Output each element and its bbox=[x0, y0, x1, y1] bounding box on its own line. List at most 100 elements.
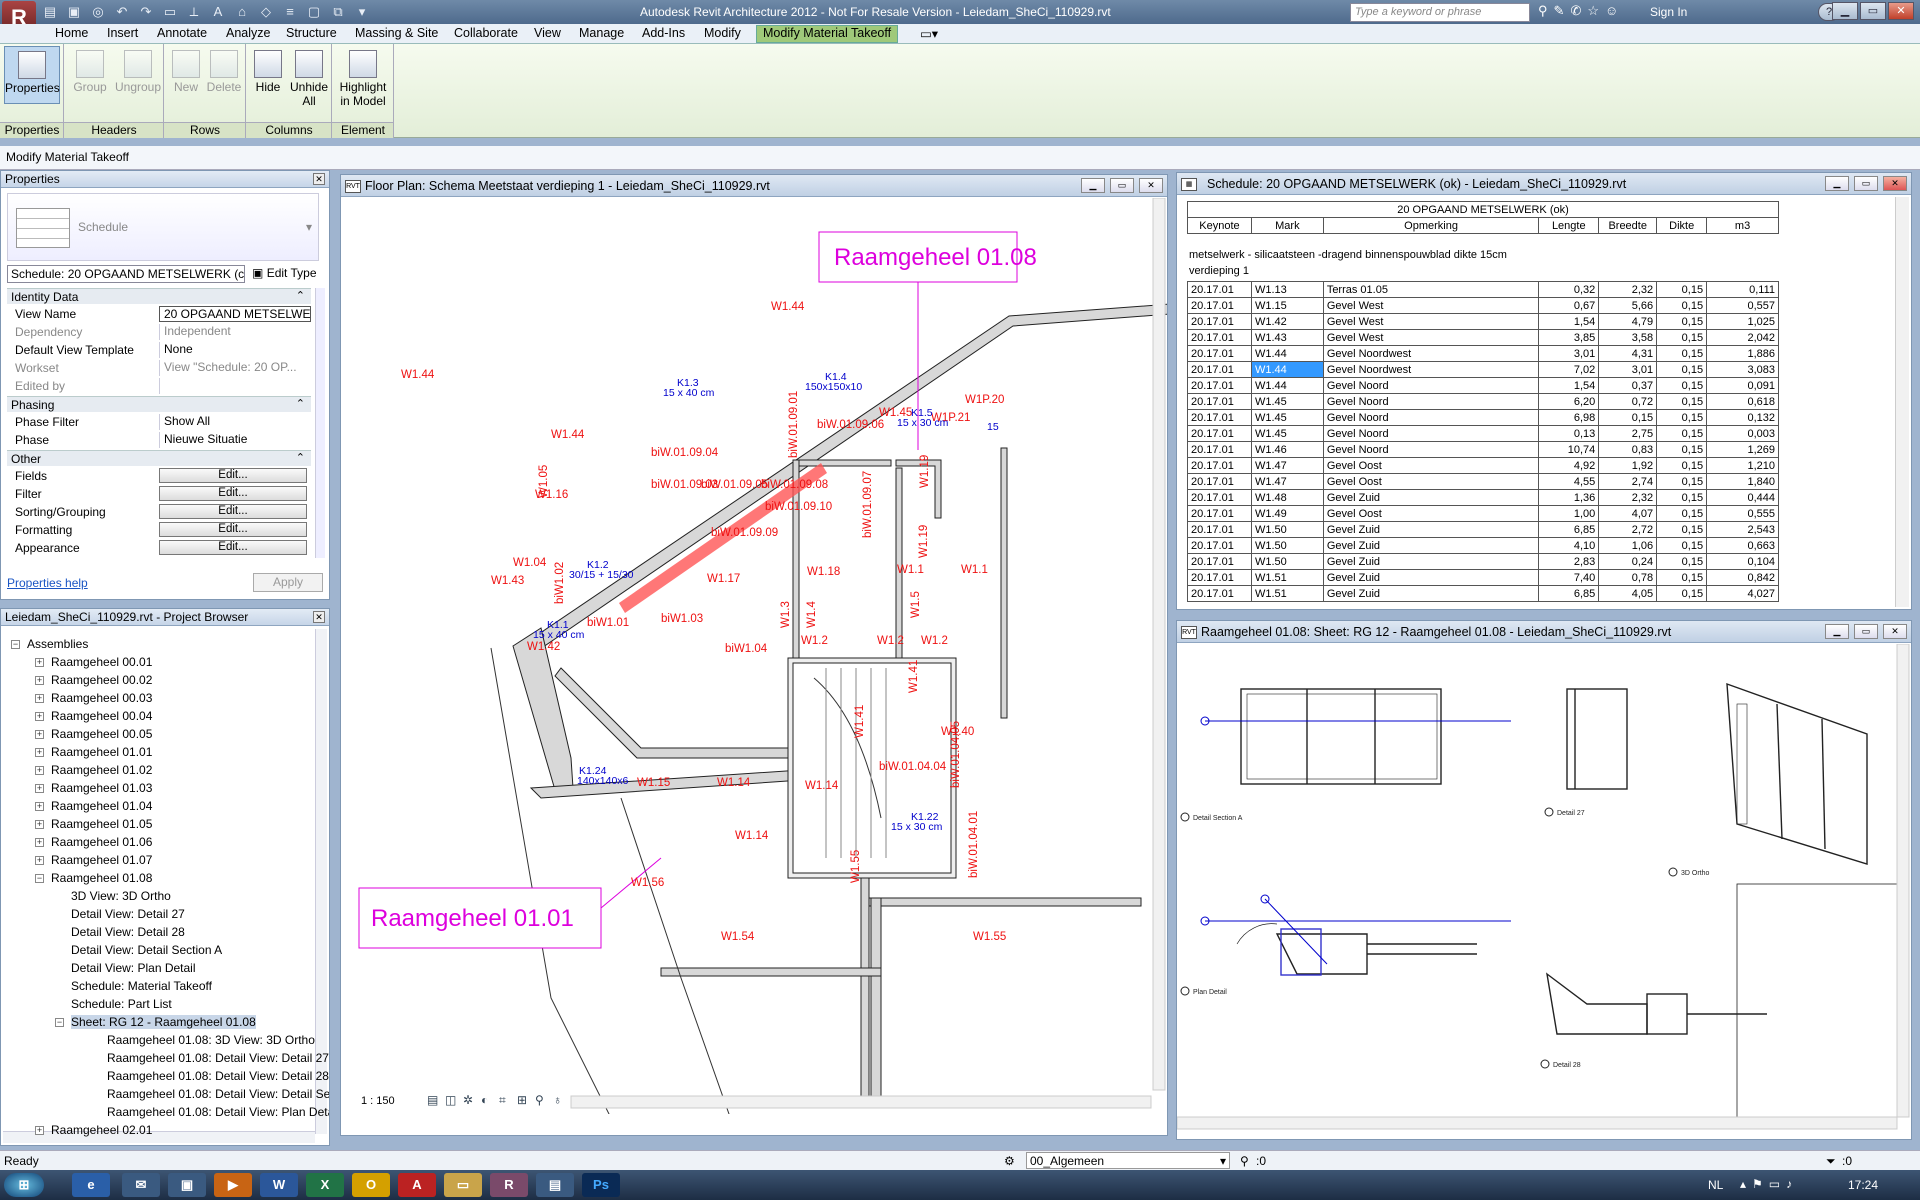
app-icon[interactable]: ▣ bbox=[168, 1173, 206, 1197]
wall-tag[interactable]: W1.44 bbox=[551, 429, 585, 441]
table-cell[interactable]: W1.48 bbox=[1250, 489, 1324, 506]
table-cell[interactable]: 20.17.01 bbox=[1187, 425, 1252, 442]
tab-structure[interactable]: Structure bbox=[286, 26, 337, 40]
table-cell[interactable]: 1,06 bbox=[1598, 537, 1658, 554]
viewport-detail-28[interactable] bbox=[1546, 972, 1648, 1035]
view-scale[interactable]: 1 : 150 bbox=[361, 1095, 395, 1107]
measure-icon[interactable]: ⟂ bbox=[184, 3, 204, 21]
table-cell[interactable]: 0,15 bbox=[1656, 393, 1708, 410]
table-cell[interactable]: Gevel Noordwest bbox=[1322, 345, 1540, 362]
wall-tag[interactable]: W1.56 bbox=[631, 877, 664, 889]
table-row[interactable]: 20.17.01 W1.43 Gevel West 3,85 3,58 0,15 2,042 bbox=[1187, 329, 1779, 346]
wall-tag[interactable]: W1.43 bbox=[491, 575, 524, 587]
table-cell[interactable]: 2,042 bbox=[1706, 329, 1779, 346]
wall-tag[interactable]: biW.01.09.10 bbox=[765, 501, 832, 513]
maximize-button[interactable]: ▭ bbox=[1110, 178, 1134, 193]
table-cell[interactable]: 20.17.01 bbox=[1187, 377, 1252, 394]
table-row[interactable]: 20.17.01 W1.45 Gevel Noord 6,20 0,72 0,15 0,61… bbox=[1187, 393, 1779, 410]
3d-view-icon[interactable]: ⌂ bbox=[232, 3, 252, 21]
table-cell[interactable]: Gevel Oost bbox=[1322, 457, 1540, 474]
table-cell[interactable]: 0,618 bbox=[1706, 393, 1779, 410]
tab-insert[interactable]: Insert bbox=[107, 26, 138, 40]
table-cell[interactable]: 0,15 bbox=[1656, 281, 1708, 298]
tree-item[interactable]: Raamgeheel 00.03 bbox=[51, 691, 152, 705]
tab-modify[interactable]: Modify bbox=[704, 26, 741, 40]
wall-tag[interactable]: W1.55 bbox=[850, 850, 862, 883]
expand-toggle-icon[interactable]: + bbox=[35, 730, 44, 739]
table-cell[interactable]: Gevel Zuid bbox=[1322, 537, 1540, 554]
plan-hscrollbar[interactable] bbox=[570, 1095, 1152, 1109]
table-cell[interactable]: 2,32 bbox=[1598, 281, 1658, 298]
expand-toggle-icon[interactable]: + bbox=[35, 856, 44, 865]
wall-tag[interactable]: W1.55 bbox=[973, 931, 1006, 943]
table-cell[interactable]: 20.17.01 bbox=[1187, 345, 1252, 362]
tree-root-assemblies[interactable]: Assemblies bbox=[27, 637, 88, 651]
table-cell[interactable]: 4,05 bbox=[1598, 585, 1658, 602]
column-tag[interactable]: 15 x 30 cm bbox=[891, 821, 943, 833]
table-cell[interactable]: 0,67 bbox=[1538, 297, 1600, 314]
group-other[interactable]: Other ⌃ bbox=[7, 450, 311, 466]
expand-toggle-icon[interactable]: + bbox=[35, 1126, 44, 1135]
wall-tag[interactable]: W1.1 bbox=[897, 564, 924, 576]
tree-sheet[interactable]: Sheet: RG 12 - Raamgeheel 01.08 bbox=[71, 1015, 256, 1029]
table-cell[interactable]: 0,15 bbox=[1656, 409, 1708, 426]
viewport-section-a[interactable] bbox=[1240, 688, 1442, 785]
table-cell[interactable]: 0,557 bbox=[1706, 297, 1779, 314]
wall-tag[interactable]: W1.04 bbox=[513, 557, 547, 569]
expand-toggle-icon[interactable]: − bbox=[11, 640, 20, 649]
table-cell[interactable]: Gevel Noord bbox=[1322, 393, 1540, 410]
wall-tag[interactable]: biW1.02 bbox=[554, 562, 566, 604]
close-button[interactable]: ✕ bbox=[1888, 2, 1914, 20]
table-cell[interactable]: Gevel Noord bbox=[1322, 441, 1540, 458]
table-cell[interactable]: 20.17.01 bbox=[1187, 489, 1252, 506]
table-cell[interactable]: Gevel West bbox=[1322, 313, 1540, 330]
close-button[interactable]: ✕ bbox=[1883, 624, 1907, 639]
table-row[interactable]: 20.17.01 W1.51 Gevel Zuid 6,85 4,05 0,15 4,027 bbox=[1187, 585, 1779, 602]
tree-item[interactable]: Raamgeheel 01.02 bbox=[51, 763, 152, 777]
tag-icon[interactable]: A bbox=[208, 3, 228, 21]
column-header[interactable]: Breedte bbox=[1598, 217, 1658, 234]
table-cell[interactable]: 0,15 bbox=[1656, 585, 1708, 602]
table-row[interactable]: 20.17.01 W1.47 Gevel Oost 4,55 2,74 0,15 1,840 bbox=[1187, 473, 1779, 490]
wall-tag[interactable]: biW1.03 bbox=[661, 613, 703, 625]
column-header[interactable]: Keynote bbox=[1187, 217, 1252, 234]
unhide-all-button[interactable]: Unhide All bbox=[288, 46, 330, 108]
excel-icon[interactable]: X bbox=[306, 1173, 344, 1197]
table-cell[interactable]: 1,886 bbox=[1706, 345, 1779, 362]
sheet-canvas[interactable]: Detail Section A Detail 27 3D Ortho Plan… bbox=[1177, 644, 1911, 1138]
thin-lines-icon[interactable]: ≡ bbox=[280, 3, 300, 21]
window-icon[interactable]: ▤ bbox=[536, 1173, 574, 1197]
wall-tag[interactable]: W1.44 bbox=[401, 369, 435, 381]
tree-item[interactable]: Raamgeheel 01.01 bbox=[51, 745, 152, 759]
search-input[interactable]: Type a keyword or phrase bbox=[1350, 3, 1530, 22]
table-cell[interactable]: 0,104 bbox=[1706, 553, 1779, 570]
expand-toggle-icon[interactable]: + bbox=[35, 694, 44, 703]
table-cell[interactable]: W1.47 bbox=[1250, 473, 1324, 490]
column-tag[interactable]: 150x150x10 bbox=[805, 381, 862, 393]
wall-tag[interactable]: biW.01.09.06 bbox=[817, 419, 884, 431]
media-icon[interactable]: ▶ bbox=[214, 1173, 252, 1197]
tab-modify-material-takeoff[interactable]: Modify Material Takeoff bbox=[756, 25, 899, 43]
user-icon[interactable]: ☺ bbox=[1605, 3, 1618, 19]
wall-tag[interactable]: W1.14 bbox=[805, 780, 839, 792]
tree-child[interactable]: Detail View: Detail Section A bbox=[71, 943, 222, 957]
wall-tag[interactable]: W1.15 bbox=[637, 777, 670, 789]
expand-toggle-icon[interactable]: + bbox=[35, 712, 44, 721]
table-cell[interactable]: 0,83 bbox=[1598, 441, 1658, 458]
table-cell[interactable]: 0,24 bbox=[1598, 553, 1658, 570]
table-cell[interactable]: 0,15 bbox=[1598, 409, 1658, 426]
table-cell[interactable]: 1,54 bbox=[1538, 377, 1600, 394]
table-cell[interactable]: 6,20 bbox=[1538, 393, 1600, 410]
wall-tag[interactable]: W1.05 bbox=[538, 465, 550, 498]
ie-icon[interactable]: e bbox=[72, 1173, 110, 1197]
shadows-icon[interactable]: ◐ bbox=[481, 1093, 488, 1107]
hide-crop-icon[interactable]: ⊞ bbox=[517, 1093, 527, 1107]
wall-tag[interactable]: W1.5 bbox=[910, 591, 922, 618]
table-cell[interactable]: Gevel Zuid bbox=[1322, 569, 1540, 586]
table-cell[interactable]: 20.17.01 bbox=[1187, 313, 1252, 330]
expand-toggle-icon[interactable]: + bbox=[35, 784, 44, 793]
table-cell[interactable]: W1.51 bbox=[1250, 569, 1324, 586]
group-identity-data[interactable]: Identity Data ⌃ bbox=[7, 288, 311, 304]
table-cell[interactable]: 3,083 bbox=[1706, 361, 1779, 378]
table-cell[interactable]: 0,15 bbox=[1656, 505, 1708, 522]
